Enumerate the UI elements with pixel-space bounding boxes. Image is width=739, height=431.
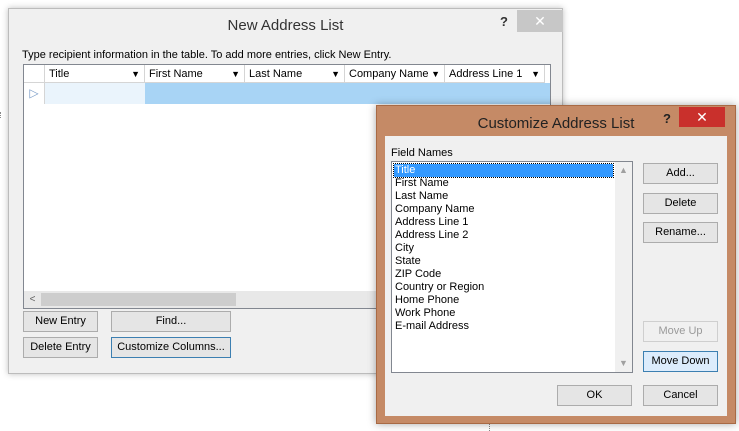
list-item[interactable]: City xyxy=(394,242,414,255)
list-item[interactable]: Address Line 2 xyxy=(394,229,468,242)
window-title: New Address List xyxy=(227,17,344,34)
list-item[interactable]: Title xyxy=(393,163,614,178)
field-names-listbox[interactable]: Title First Name Last Name Company Name … xyxy=(391,161,633,373)
scroll-down-icon[interactable]: ▼ xyxy=(615,355,632,372)
cancel-button[interactable]: Cancel xyxy=(643,385,718,406)
list-item[interactable]: State xyxy=(394,255,421,268)
column-header-title[interactable]: Title ▼ xyxy=(45,65,145,83)
delete-button[interactable]: Delete xyxy=(643,193,718,214)
list-item[interactable]: Country or Region xyxy=(394,281,484,294)
list-item[interactable]: Address Line 1 xyxy=(394,216,468,229)
list-item[interactable]: Home Phone xyxy=(394,294,459,307)
column-header-first-name[interactable]: First Name ▼ xyxy=(145,65,245,83)
scroll-left-icon[interactable]: < xyxy=(24,291,41,308)
column-header-label: Company Name xyxy=(349,68,429,80)
field-names-label: Field Names xyxy=(391,147,453,159)
help-button[interactable]: ? xyxy=(657,109,677,129)
dialog-client-area: Field Names Title First Name Last Name C… xyxy=(385,136,727,416)
row-header-corner xyxy=(24,65,45,83)
find-button[interactable]: Find... xyxy=(111,311,231,332)
new-entry-button[interactable]: New Entry xyxy=(23,311,98,332)
close-button[interactable]: ✕ xyxy=(517,10,563,32)
list-item[interactable]: Last Name xyxy=(394,190,448,203)
ok-button[interactable]: OK xyxy=(557,385,632,406)
table-cell-active[interactable] xyxy=(45,83,145,104)
vertical-scrollbar[interactable]: ▲ ▼ xyxy=(615,162,632,372)
rename-button[interactable]: Rename... xyxy=(643,222,718,243)
move-up-button[interactable]: Move Up xyxy=(643,321,718,342)
delete-entry-button[interactable]: Delete Entry xyxy=(23,337,98,358)
scroll-up-icon[interactable]: ▲ xyxy=(615,162,632,179)
move-down-button[interactable]: Move Down xyxy=(643,351,718,372)
scrollbar-thumb[interactable] xyxy=(41,293,236,306)
customize-address-list-dialog: Customize Address List ? ✕ Field Names T… xyxy=(376,105,736,424)
column-header-label: Last Name xyxy=(249,68,303,80)
list-item[interactable]: First Name xyxy=(394,177,449,190)
list-item[interactable]: Company Name xyxy=(394,203,474,216)
row-selector-arrow-icon[interactable]: ▷ xyxy=(24,83,45,104)
dropdown-arrow-icon[interactable]: ▼ xyxy=(331,65,340,83)
list-item[interactable]: Work Phone xyxy=(394,307,455,320)
dropdown-arrow-icon[interactable]: ▼ xyxy=(131,65,140,83)
background-dotted-line xyxy=(0,112,1,118)
column-header-company-name[interactable]: Company Name ▼ xyxy=(345,65,445,83)
title-bar: New Address List ? ✕ xyxy=(9,9,563,41)
column-header-address-line-1[interactable]: Address Line 1 ▼ xyxy=(445,65,545,83)
add-button[interactable]: Add... xyxy=(643,163,718,184)
instruction-text: Type recipient information in the table.… xyxy=(22,49,392,61)
column-header-label: Address Line 1 xyxy=(449,68,523,80)
list-item[interactable]: E-mail Address xyxy=(394,320,469,333)
help-button[interactable]: ? xyxy=(492,12,516,32)
close-button[interactable]: ✕ xyxy=(679,107,725,127)
column-header-label: Title xyxy=(49,68,70,80)
dropdown-arrow-icon[interactable]: ▼ xyxy=(431,65,440,83)
customize-columns-button[interactable]: Customize Columns... xyxy=(111,337,231,358)
dropdown-arrow-icon[interactable]: ▼ xyxy=(531,65,540,83)
dropdown-arrow-icon[interactable]: ▼ xyxy=(231,65,240,83)
column-header-last-name[interactable]: Last Name ▼ xyxy=(245,65,345,83)
column-header-label: First Name xyxy=(149,68,203,80)
list-item[interactable]: ZIP Code xyxy=(394,268,441,281)
